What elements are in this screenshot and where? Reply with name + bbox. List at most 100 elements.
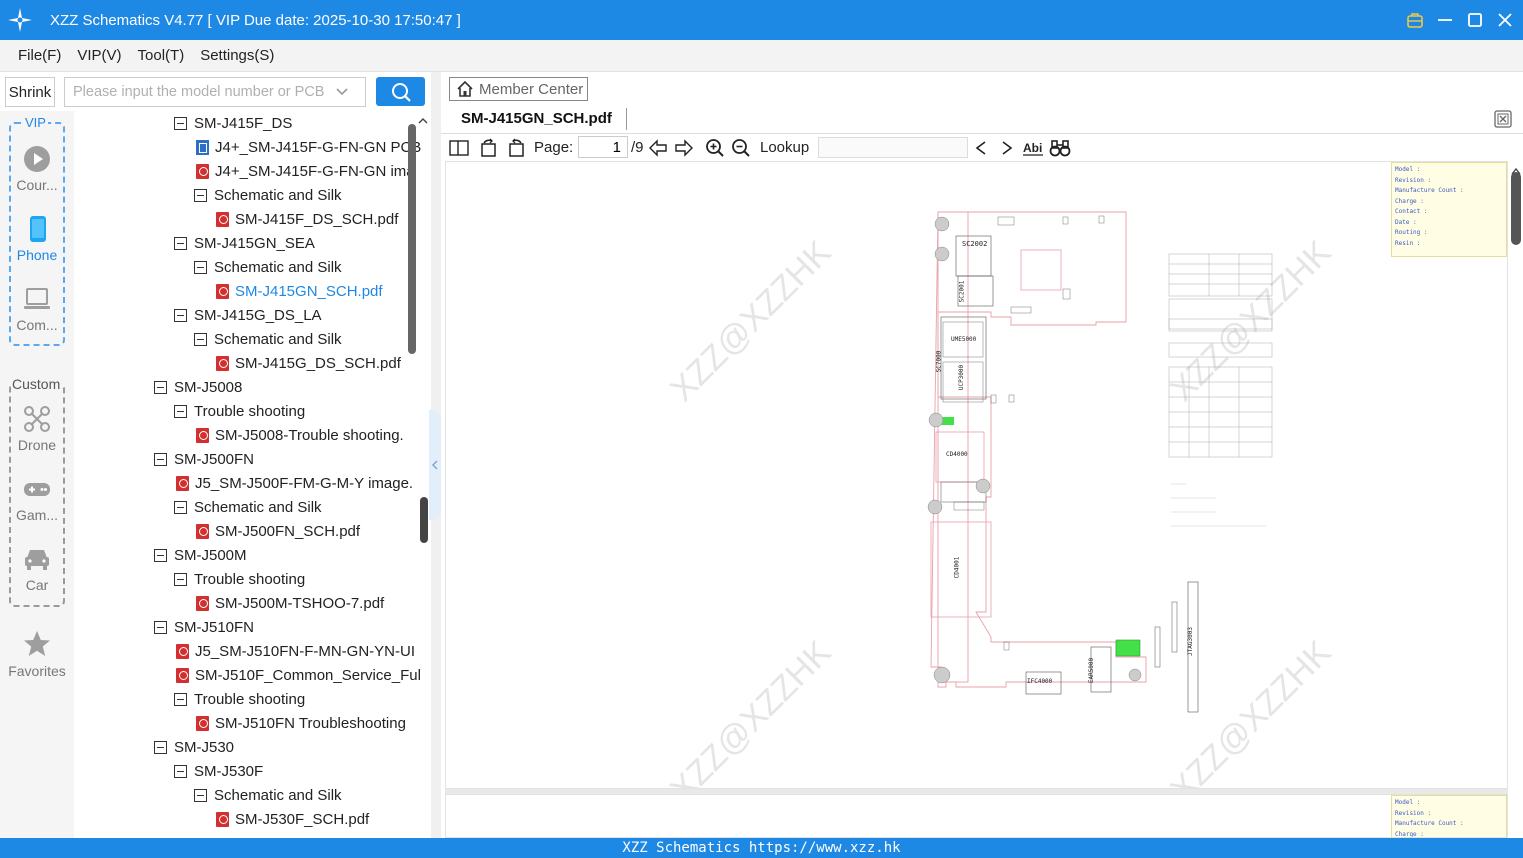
tree-folder[interactable]: Trouble shooting xyxy=(174,687,305,711)
tree-folder[interactable]: SM-J510FN xyxy=(154,615,254,639)
tree-folder[interactable]: Schematic and Silk xyxy=(194,783,342,807)
prev-page-icon[interactable] xyxy=(647,137,669,159)
tree-folder[interactable]: Schematic and Silk xyxy=(194,255,342,279)
tree-file[interactable]: SM-J500FN_SCH.pdf xyxy=(196,519,360,543)
collapse-toggle-icon[interactable] xyxy=(154,548,167,562)
collapse-panel-handle[interactable] xyxy=(429,410,441,520)
collapse-toggle-icon[interactable] xyxy=(194,332,207,346)
next-page-icon[interactable] xyxy=(673,137,695,159)
tree-file[interactable]: SM-J415F_DS_SCH.pdf xyxy=(216,207,398,231)
tree-folder[interactable]: SM-J530F xyxy=(174,759,263,783)
tree-file[interactable]: SM-J5008-Trouble shooting. xyxy=(196,423,404,447)
pcb-board-drawing xyxy=(927,211,1273,713)
tree-scrollbar-thumb[interactable] xyxy=(420,497,428,543)
maximize-icon[interactable] xyxy=(1465,10,1485,30)
tree-folder[interactable]: Schematic and Silk xyxy=(194,183,342,207)
tree-folder[interactable]: SM-J415GN_SEA xyxy=(174,231,315,255)
tree-folder[interactable]: SM-J500M xyxy=(154,543,247,567)
tree-file[interactable]: J5_SM-J510FN-F-MN-GN-YN-UI xyxy=(176,639,415,663)
menu-settings[interactable]: Settings(S) xyxy=(192,47,282,64)
zoom-in-icon[interactable] xyxy=(704,137,726,159)
collapse-toggle-icon[interactable] xyxy=(194,788,207,802)
tree-folder[interactable]: SM-J5008 xyxy=(154,375,242,399)
rotate-right-icon[interactable] xyxy=(505,137,527,159)
tree-file[interactable]: SM-J530F_SCH.pdf xyxy=(216,807,369,831)
sidebar-toggle-icon[interactable] xyxy=(448,137,470,159)
member-bag-icon[interactable] xyxy=(1405,10,1425,30)
shrink-button[interactable]: Shrink xyxy=(5,77,55,107)
tree-folder[interactable]: SM-J530 xyxy=(154,735,234,759)
collapse-toggle-icon[interactable] xyxy=(194,188,207,202)
tree-folder[interactable]: Schematic and Silk xyxy=(194,327,342,351)
collapse-toggle-icon[interactable] xyxy=(174,764,187,778)
collapse-toggle-icon[interactable] xyxy=(154,452,167,466)
collapse-toggle-icon[interactable] xyxy=(174,572,187,586)
tree-folder[interactable]: SM-J500FN xyxy=(154,447,254,471)
tree-file[interactable]: SM-J500M-TSHOO-7.pdf xyxy=(196,591,384,615)
minimize-icon[interactable] xyxy=(1435,10,1455,30)
rail-item-computer[interactable]: Com... xyxy=(0,285,74,333)
tree-label: Schematic and Silk xyxy=(214,186,342,204)
rail-item-favorites[interactable]: Favorites xyxy=(0,629,74,679)
pdf-viewer-page-2[interactable]: Model : Revision : Manufacture Count : C… xyxy=(445,794,1508,838)
collapse-toggle-icon[interactable] xyxy=(174,692,187,706)
info-field: Routing : xyxy=(1395,229,1428,236)
tree-file[interactable]: J4+_SM-J415F-G-FN-GN PCB xyxy=(196,135,421,159)
chevron-down-icon[interactable] xyxy=(335,85,349,99)
binoculars-icon[interactable] xyxy=(1049,137,1071,159)
collapse-toggle-icon[interactable] xyxy=(154,740,167,754)
rotate-left-icon[interactable] xyxy=(478,137,500,159)
menu-vip[interactable]: VIP(V) xyxy=(69,47,129,64)
close-tabs-icon[interactable] xyxy=(1494,110,1512,128)
tree-file[interactable]: SM-J415GN_SCH.pdf xyxy=(216,279,383,303)
board-label: CD4000 xyxy=(946,451,968,458)
rail-item-label: Phone xyxy=(16,247,58,263)
tree-folder[interactable]: SM-J415F_DS xyxy=(174,111,292,135)
search-button[interactable] xyxy=(376,77,425,106)
find-next-icon[interactable] xyxy=(996,137,1018,159)
collapse-toggle-icon[interactable] xyxy=(174,500,187,514)
tree-scrollbar[interactable] xyxy=(408,124,416,354)
tree-label: SM-J415G_DS_LA xyxy=(194,306,322,324)
collapse-toggle-icon[interactable] xyxy=(154,620,167,634)
viewer-scrollbar-thumb[interactable] xyxy=(1511,172,1521,245)
search-input[interactable] xyxy=(65,78,335,106)
tree-folder[interactable]: Schematic and Silk xyxy=(174,495,322,519)
tree-file[interactable]: J4+_SM-J415F-G-FN-GN ima xyxy=(196,159,415,183)
pdf-file-icon xyxy=(196,163,209,179)
member-center-button[interactable]: Member Center xyxy=(449,77,588,101)
pdf-file-icon xyxy=(216,355,229,371)
rail-item-phone[interactable]: Phone xyxy=(0,215,74,263)
rail-item-drone[interactable]: Drone xyxy=(0,405,74,453)
find-prev-icon[interactable] xyxy=(970,137,992,159)
lookup-label: Lookup xyxy=(760,139,810,156)
tree-folder[interactable]: Trouble shooting xyxy=(174,567,305,591)
collapse-toggle-icon[interactable] xyxy=(174,404,187,418)
tree-folder[interactable]: SM-J415G_DS_LA xyxy=(174,303,322,327)
tree-file[interactable]: SM-J415G_DS_SCH.pdf xyxy=(216,351,401,375)
rail-item-course[interactable]: Cour... xyxy=(0,145,74,193)
pdf-viewer-page[interactable]: XZZ@XZZHK XZZ@XZZHK XZZ@XZZHK XZZ@XZZHK xyxy=(445,161,1508,789)
tree-label: SM-J500FN xyxy=(174,450,255,468)
tree-file[interactable]: SM-J510F_Common_Service_Ful xyxy=(176,663,421,687)
collapse-toggle-icon[interactable] xyxy=(194,260,207,274)
tree-folder[interactable]: Trouble shooting xyxy=(174,399,305,423)
tree-file[interactable]: SM-J510FN Troubleshooting xyxy=(196,711,406,735)
menu-file[interactable]: File(F) xyxy=(10,47,69,64)
collapse-toggle-icon[interactable] xyxy=(174,308,187,322)
tab-sch-pdf[interactable]: SM-J415GN_SCH.pdf xyxy=(461,110,612,127)
menu-tool[interactable]: Tool(T) xyxy=(130,47,193,64)
close-icon[interactable] xyxy=(1495,10,1515,30)
collapse-toggle-icon[interactable] xyxy=(154,380,167,394)
tree-label: SM-J510FN Troubleshooting xyxy=(215,714,406,732)
rail-item-game[interactable]: Gam... xyxy=(0,475,74,523)
zoom-out-icon[interactable] xyxy=(730,137,752,159)
lookup-input[interactable] xyxy=(818,137,968,158)
collapse-toggle-icon[interactable] xyxy=(174,236,187,250)
scroll-up-icon[interactable] xyxy=(417,114,429,126)
tree-file[interactable]: J5_SM-J500F-FM-G-M-Y image. xyxy=(176,471,413,495)
rail-item-car[interactable]: Car xyxy=(0,545,74,593)
match-case-icon[interactable]: Abi xyxy=(1022,137,1044,159)
collapse-toggle-icon[interactable] xyxy=(174,116,187,130)
page-number-input[interactable] xyxy=(578,136,628,158)
